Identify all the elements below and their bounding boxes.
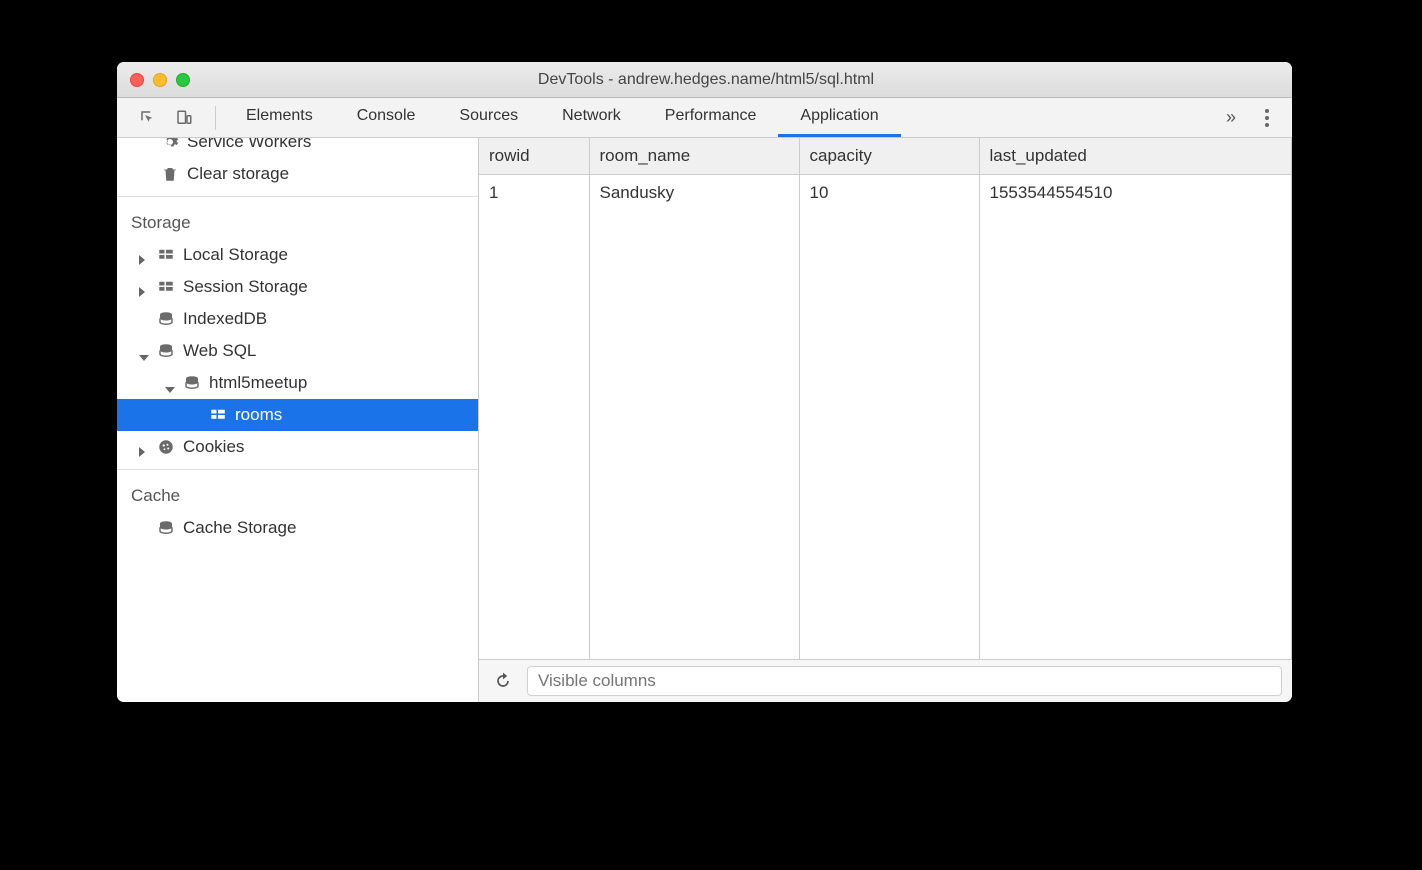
- zoom-window-button[interactable]: [176, 73, 190, 87]
- table-filler: [479, 239, 1292, 659]
- database-icon: [157, 519, 175, 537]
- toolbar-separator: [215, 106, 216, 130]
- toolbar-tabs: Elements Console Sources Network Perform…: [224, 98, 1212, 137]
- inspect-element-icon[interactable]: [133, 104, 163, 132]
- refresh-icon: [493, 671, 513, 691]
- sidebar-item-label: Cookies: [183, 437, 244, 457]
- table-icon: [157, 278, 175, 296]
- cell-capacity: 10: [799, 175, 979, 240]
- trash-icon: [161, 165, 179, 183]
- sidebar-item-clear-storage[interactable]: Clear storage: [117, 158, 478, 190]
- sidebar-item-label: html5meetup: [209, 373, 307, 393]
- visible-columns-input[interactable]: [527, 666, 1282, 696]
- disclosure-triangle-icon[interactable]: [139, 442, 149, 452]
- sidebar-item-table-rooms[interactable]: rooms: [117, 399, 478, 431]
- devtools-toolbar: Elements Console Sources Network Perform…: [117, 98, 1292, 138]
- devtools-body: Service Workers Clear storage Storage Lo…: [117, 138, 1292, 702]
- sidebar-item-label: rooms: [235, 405, 282, 425]
- sidebar-item-label: Cache Storage: [183, 518, 296, 538]
- tab-elements[interactable]: Elements: [224, 98, 335, 137]
- cell-rowid: 1: [479, 175, 589, 240]
- cell-room_name: Sandusky: [589, 175, 799, 240]
- sidebar-divider: [117, 196, 478, 197]
- tab-performance[interactable]: Performance: [643, 98, 779, 137]
- sidebar-item-local-storage[interactable]: Local Storage: [117, 239, 478, 271]
- sidebar-section-cache: Cache: [117, 476, 478, 512]
- gear-icon: [161, 138, 179, 151]
- application-sidebar: Service Workers Clear storage Storage Lo…: [117, 138, 479, 702]
- sidebar-item-label: Service Workers: [187, 138, 311, 152]
- sidebar-item-label: Local Storage: [183, 245, 288, 265]
- close-window-button[interactable]: [130, 73, 144, 87]
- sidebar-item-label: Session Storage: [183, 277, 308, 297]
- disclosure-triangle-icon[interactable]: [139, 250, 149, 260]
- table-icon: [157, 246, 175, 264]
- web-sql-table: rowid room_name capacity last_updated 1 …: [479, 138, 1292, 659]
- sidebar-item-service-workers[interactable]: Service Workers: [117, 138, 478, 158]
- devtools-window: DevTools - andrew.hedges.name/html5/sql.…: [117, 62, 1292, 702]
- table-row[interactable]: 1 Sandusky 10 1553544554510: [479, 175, 1292, 240]
- sidebar-item-database[interactable]: html5meetup: [117, 367, 478, 399]
- sidebar-item-session-storage[interactable]: Session Storage: [117, 271, 478, 303]
- tabs-overflow-button[interactable]: »: [1212, 107, 1250, 128]
- window-title: DevTools - andrew.hedges.name/html5/sql.…: [190, 71, 1292, 89]
- cell-last_updated: 1553544554510: [979, 175, 1292, 240]
- data-panel: rowid room_name capacity last_updated 1 …: [479, 138, 1292, 702]
- data-footer: [479, 660, 1292, 702]
- sidebar-item-indexeddb[interactable]: IndexedDB: [117, 303, 478, 335]
- column-header-last_updated[interactable]: last_updated: [979, 138, 1292, 175]
- table-area: rowid room_name capacity last_updated 1 …: [479, 138, 1292, 660]
- window-controls: [117, 73, 190, 87]
- cookie-icon: [157, 438, 175, 456]
- disclosure-triangle-icon[interactable]: [139, 346, 149, 356]
- column-header-capacity[interactable]: capacity: [799, 138, 979, 175]
- database-icon: [183, 374, 201, 392]
- tab-application[interactable]: Application: [778, 98, 900, 137]
- sidebar-item-cookies[interactable]: Cookies: [117, 431, 478, 463]
- toolbar-left-icons: [125, 104, 207, 132]
- sidebar-item-label: IndexedDB: [183, 309, 267, 329]
- minimize-window-button[interactable]: [153, 73, 167, 87]
- sidebar-divider: [117, 469, 478, 470]
- column-header-room_name[interactable]: room_name: [589, 138, 799, 175]
- tab-console[interactable]: Console: [335, 98, 438, 137]
- device-toggle-icon[interactable]: [169, 104, 199, 132]
- database-icon: [157, 342, 175, 360]
- tab-network[interactable]: Network: [540, 98, 643, 137]
- sidebar-section-storage: Storage: [117, 203, 478, 239]
- column-header-rowid[interactable]: rowid: [479, 138, 589, 175]
- sidebar-item-label: Web SQL: [183, 341, 256, 361]
- disclosure-triangle-icon[interactable]: [139, 282, 149, 292]
- sidebar-item-web-sql[interactable]: Web SQL: [117, 335, 478, 367]
- table-icon: [209, 406, 227, 424]
- disclosure-triangle-icon[interactable]: [165, 378, 175, 388]
- refresh-button[interactable]: [489, 667, 517, 695]
- toolbar-menu-button[interactable]: [1250, 108, 1284, 128]
- window-titlebar: DevTools - andrew.hedges.name/html5/sql.…: [117, 62, 1292, 98]
- table-header-row: rowid room_name capacity last_updated: [479, 138, 1292, 175]
- database-icon: [157, 310, 175, 328]
- sidebar-item-cache-storage[interactable]: Cache Storage: [117, 512, 478, 544]
- tab-sources[interactable]: Sources: [437, 98, 540, 137]
- sidebar-item-label: Clear storage: [187, 164, 289, 184]
